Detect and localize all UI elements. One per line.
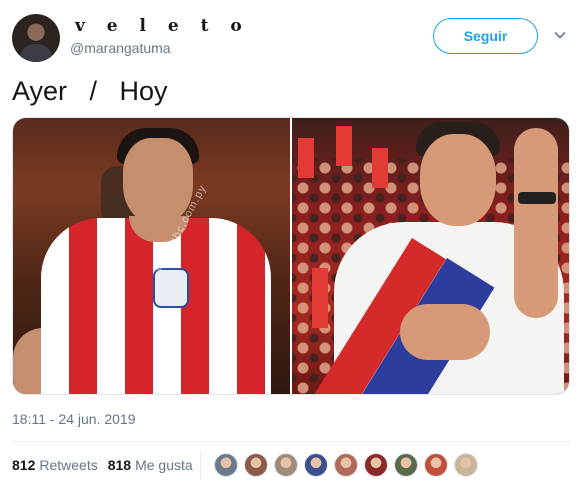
crowd-flag (372, 148, 388, 188)
tweet-media[interactable]: www.abc.com.py (12, 117, 570, 395)
liker-avatar[interactable] (364, 453, 388, 477)
user-handle[interactable]: @marangatuma (70, 40, 171, 56)
crowd-flag (336, 126, 352, 166)
tweet-timestamp[interactable]: 18:11 - 24 jun. 2019 (12, 411, 136, 427)
retweets-label: Retweets (39, 457, 98, 473)
liker-avatar[interactable] (244, 453, 268, 477)
liker-avatar[interactable] (304, 453, 328, 477)
watch (518, 192, 556, 204)
follow-button[interactable]: Seguir (433, 18, 538, 54)
stats-separator (200, 451, 201, 479)
user-display-name[interactable]: v e l e t o (75, 16, 250, 36)
liker-avatar[interactable] (334, 453, 358, 477)
tweet-header: v e l e t o @marangatuma Seguir (12, 12, 567, 64)
likes-count: 818 (107, 457, 132, 473)
right-photo[interactable] (292, 118, 569, 394)
tweet-stats: 812 Retweets 818 Me gusta (12, 457, 193, 473)
likers-avatars (214, 453, 478, 477)
retweets-stat[interactable]: 812 Retweets (12, 457, 98, 473)
avatar-figure (20, 44, 52, 62)
chevron-down-icon[interactable] (553, 28, 567, 42)
liker-avatar[interactable] (424, 453, 448, 477)
jersey-crest (153, 268, 189, 308)
retweets-count: 812 (12, 457, 36, 473)
liker-avatar[interactable] (454, 453, 478, 477)
liker-avatar[interactable] (274, 453, 298, 477)
user-avatar[interactable] (12, 14, 60, 62)
crowd-flag (298, 138, 314, 178)
tweet-text: Ayer / Hoy (12, 76, 168, 106)
crowd-flag (312, 268, 328, 328)
likes-label: Me gusta (135, 457, 193, 473)
raised-arm (514, 128, 558, 318)
likes-stat[interactable]: 818 Me gusta (108, 457, 193, 473)
divider (12, 441, 570, 442)
left-photo[interactable]: www.abc.com.py (13, 118, 290, 394)
man-face (420, 134, 496, 226)
hand-on-chest (400, 304, 490, 360)
liker-avatar[interactable] (394, 453, 418, 477)
liker-avatar[interactable] (214, 453, 238, 477)
